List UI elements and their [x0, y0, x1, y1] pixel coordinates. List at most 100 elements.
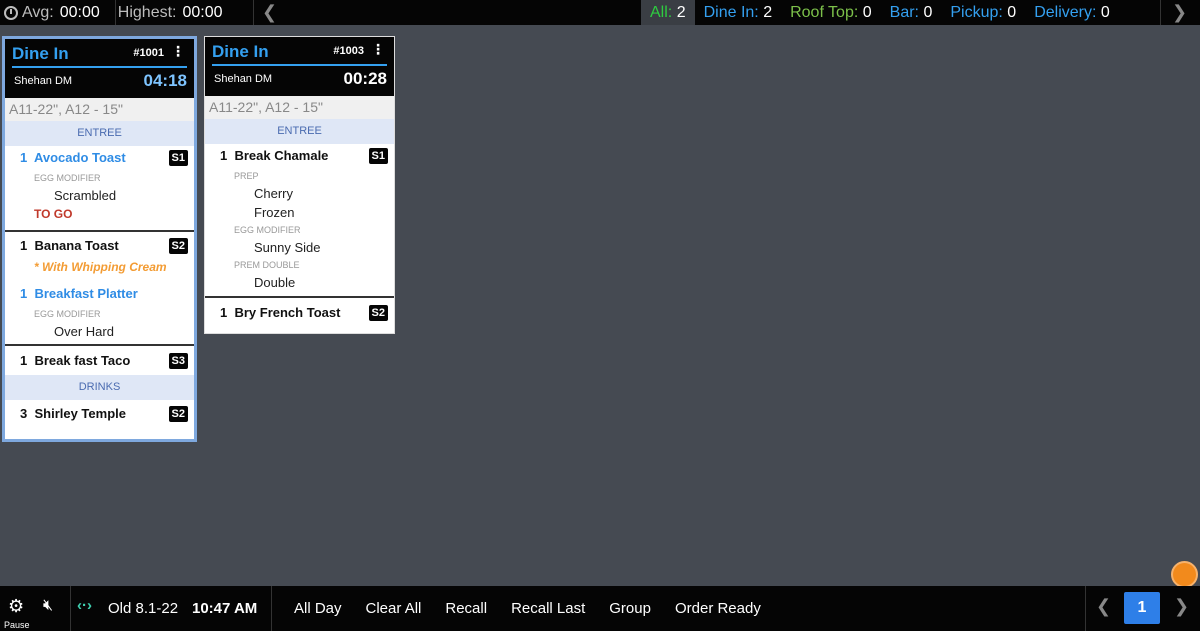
tab-roof-top[interactable]: Roof Top: 0: [781, 0, 881, 25]
tab-count: 2: [763, 4, 773, 21]
clock-time: 10:47 AM: [192, 600, 258, 617]
order-item[interactable]: 1 Avocado Toast S1: [5, 146, 194, 170]
modifier-header: EGG MODIFIER: [234, 225, 301, 235]
divider: [115, 0, 116, 25]
clear-all-button[interactable]: Clear All: [354, 586, 434, 631]
more-options-icon[interactable]: ⋮: [171, 43, 185, 60]
item-name: Bry French Toast: [234, 305, 341, 320]
table-info: A11-22", A12 - 15": [5, 98, 194, 121]
modifier-value: Over Hard: [54, 324, 114, 339]
item-qty: 3: [20, 406, 28, 421]
seat-badge: S2: [168, 406, 188, 422]
filter-tabs: All: 2 Dine In: 2 Roof Top: 0 Bar: 0 Pic…: [641, 0, 1119, 25]
tab-pickup[interactable]: Pickup: 0: [941, 0, 1025, 25]
item-name: Break Chamale: [234, 148, 329, 163]
order-ticket[interactable]: Dine In #1003 ⋮ Shehan DM 00:28 A11-22",…: [204, 36, 395, 334]
tab-all[interactable]: All: 2: [641, 0, 695, 25]
next-filter-chevron-icon[interactable]: ❯: [1172, 0, 1187, 25]
floating-action-icon[interactable]: [1171, 561, 1198, 588]
order-item[interactable]: 1 Bry French Toast S2: [205, 301, 394, 325]
order-type: Dine In: [12, 44, 69, 63]
order-item[interactable]: 1 Break Chamale S1: [205, 144, 394, 168]
next-page-chevron-icon[interactable]: ❯: [1174, 596, 1189, 617]
all-day-button[interactable]: All Day: [282, 586, 354, 631]
tab-count: 2: [676, 4, 686, 21]
connection-icon: ‹·›: [77, 597, 92, 614]
order-timer: 04:18: [143, 71, 187, 90]
prev-filter-chevron-icon[interactable]: ❮: [262, 0, 277, 25]
order-number: #1003: [333, 45, 364, 57]
tab-count: 0: [1007, 4, 1017, 21]
pause-label[interactable]: Pause: [4, 620, 30, 630]
order-item[interactable]: 1 Break fast Taco S3: [5, 349, 194, 373]
server-name: Shehan DM: [214, 73, 273, 85]
item-qty: 1: [20, 353, 28, 368]
prev-page-chevron-icon[interactable]: ❮: [1096, 596, 1111, 617]
order-ticket[interactable]: Dine In #1001 ⋮ Shehan DM 04:18 A11-22",…: [2, 36, 197, 442]
tab-label: All:: [650, 4, 673, 21]
course-header: DRINKS: [5, 375, 194, 400]
page-number-button[interactable]: 1: [1124, 592, 1160, 624]
highest-label: Highest:: [117, 3, 177, 21]
gear-icon[interactable]: ⚙: [8, 596, 24, 617]
recall-last-button[interactable]: Recall Last: [499, 586, 597, 631]
modifier-header: PREP: [234, 171, 259, 181]
seat-badge: S2: [368, 305, 388, 321]
seat-badge: S2: [168, 238, 188, 254]
tab-count: 0: [1100, 4, 1110, 21]
header-rule: [12, 66, 187, 68]
order-item[interactable]: 3 Shirley Temple S2: [5, 402, 194, 426]
order-item[interactable]: 1 Breakfast Platter: [5, 282, 194, 306]
modifier-header: EGG MODIFIER: [34, 173, 101, 183]
server-name: Shehan DM: [14, 75, 73, 87]
ticket-header: Dine In #1003 ⋮ Shehan DM 00:28: [205, 37, 394, 96]
modifier-header: EGG MODIFIER: [34, 309, 101, 319]
to-go-flag: TO GO: [34, 207, 73, 221]
item-qty: 1: [20, 150, 28, 165]
divider: [1085, 586, 1086, 631]
tab-label: Delivery:: [1034, 4, 1097, 21]
order-type: Dine In: [212, 42, 269, 61]
modifier-value: Cherry: [254, 186, 294, 201]
item-qty: 1: [20, 238, 28, 253]
item-qty: 1: [220, 148, 228, 163]
group-button[interactable]: Group: [597, 586, 663, 631]
speaker-muted-icon[interactable]: 🔇︎: [43, 597, 53, 615]
highest-value: 00:00: [182, 3, 223, 21]
tab-bar[interactable]: Bar: 0: [881, 0, 942, 25]
course-header: ENTREE: [205, 119, 394, 144]
order-item[interactable]: 1 Banana Toast S2: [5, 234, 194, 258]
item-name: Banana Toast: [34, 238, 119, 253]
modifier-header: PREM DOUBLE: [234, 260, 300, 270]
course-header: ENTREE: [5, 121, 194, 146]
item-note: * With Whipping Cream: [34, 260, 167, 274]
seat-badge: S1: [368, 148, 388, 164]
tab-count: 0: [862, 4, 872, 21]
modifier-value: Scrambled: [54, 188, 117, 203]
recall-button[interactable]: Recall: [433, 586, 499, 631]
action-bar: All Day Clear All Recall Recall Last Gro…: [282, 586, 773, 631]
avg-value: 00:00: [59, 3, 100, 21]
modifier-value: Frozen: [254, 205, 295, 220]
clock-icon: [4, 5, 18, 20]
divider: [70, 586, 71, 631]
stats: Avg: 00:00 Highest: 00:00: [0, 0, 223, 25]
top-bar: Avg: 00:00 Highest: 00:00 ❮ All: 2 Dine …: [0, 0, 1200, 25]
tab-label: Dine In:: [703, 4, 759, 21]
tab-dine-in[interactable]: Dine In: 2: [695, 0, 782, 25]
order-number: #1001: [133, 47, 164, 59]
tab-delivery[interactable]: Delivery: 0: [1025, 0, 1119, 25]
modifier-value: Sunny Side: [254, 240, 321, 255]
order-ready-button[interactable]: Order Ready: [663, 586, 773, 631]
modifier-value: Double: [254, 275, 296, 290]
tab-count: 0: [923, 4, 933, 21]
item-name: Avocado Toast: [33, 150, 126, 165]
item-name: Break fast Taco: [34, 353, 131, 368]
table-info: A11-22", A12 - 15": [205, 96, 394, 119]
bottom-bar: ⚙ Pause 🔇︎ ‹·› Old 8.1-22 10:47 AM All D…: [0, 586, 1200, 631]
more-options-icon[interactable]: ⋮: [371, 41, 385, 58]
header-rule: [212, 64, 387, 66]
seat-badge: S3: [168, 353, 188, 369]
divider: [253, 0, 254, 25]
seat-badge: S1: [168, 150, 188, 166]
